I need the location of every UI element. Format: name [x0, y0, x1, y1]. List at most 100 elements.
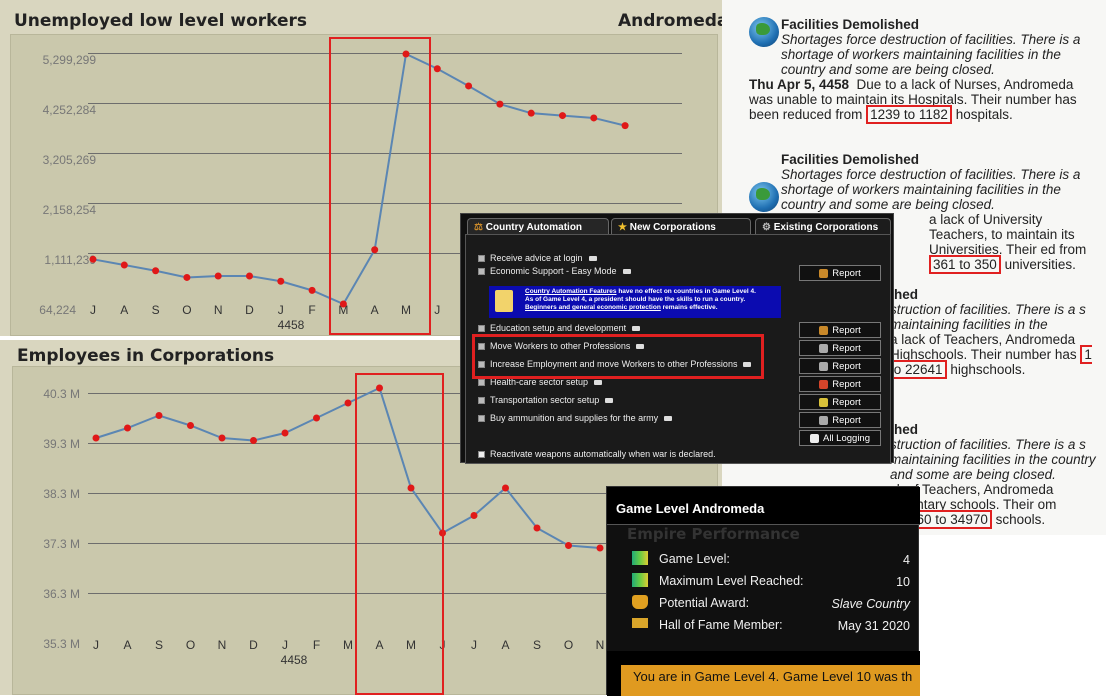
checkbox[interactable] — [478, 396, 485, 404]
facility-change-highlight: 1239 to 1182 — [866, 105, 952, 124]
tooltip-icon[interactable] — [664, 415, 673, 421]
option-label: Transportation sector setup — [490, 395, 600, 405]
economic-protection-link[interactable]: Beginners and general economic protectio… — [525, 304, 661, 311]
row-value: Slave Country — [831, 597, 910, 611]
tab-label: Country Automation — [485, 222, 583, 233]
option-education-setup[interactable]: Education setup and development — [478, 323, 641, 333]
report-button[interactable]: Report — [799, 322, 881, 338]
report-button[interactable]: Report — [799, 265, 881, 281]
data-point — [433, 65, 441, 73]
option-economic-support[interactable]: Economic Support - Easy Mode — [478, 266, 631, 276]
row-label: Game Level: — [659, 552, 730, 566]
news-body: ck of Teachers, Andromeda ementary schoo… — [890, 482, 1100, 529]
report-button[interactable]: Report — [799, 358, 881, 374]
chart-icon — [632, 573, 648, 587]
tooltip-icon[interactable] — [622, 268, 631, 274]
corporation-icon: ⚙ — [762, 222, 771, 233]
data-point — [250, 437, 257, 444]
button-label: Report — [832, 414, 861, 426]
tooltip-icon[interactable] — [588, 255, 597, 261]
data-point — [92, 434, 100, 442]
option-reactivate-weapons[interactable]: Reactivate weapons automatically when wa… — [478, 449, 716, 459]
report-button[interactable]: Report — [799, 376, 881, 392]
news-text: a lack of Teachers, Andromeda Highschool… — [890, 332, 1077, 362]
data-point — [533, 524, 541, 532]
data-point — [496, 100, 504, 108]
automation-features-link[interactable]: Country Automation Features — [525, 288, 617, 295]
news-text: a lack of University Teachers, to mainta… — [929, 212, 1087, 257]
row-label: Potential Award: — [659, 596, 750, 610]
data-point — [596, 544, 604, 552]
news-text-end: universities. — [1004, 257, 1076, 272]
report-button[interactable]: Report — [799, 340, 881, 356]
empire-performance-title: Empire Performance — [627, 525, 800, 543]
data-point — [155, 412, 163, 419]
report-button[interactable]: Report — [799, 412, 881, 428]
news-body: a lack of Teachers, Andromeda Highschool… — [890, 332, 1100, 379]
country-automation-panel: ⚖ Country Automation ★ New Corporations … — [460, 213, 894, 464]
all-logging-button[interactable]: All Logging — [799, 430, 881, 446]
button-label: Report — [832, 267, 861, 279]
checkbox-checked[interactable] — [478, 450, 485, 458]
news-description: struction of facilities. There is a s ma… — [890, 302, 1086, 332]
hall-of-fame-icon — [632, 618, 648, 628]
news-title: Facilities Demolished — [781, 17, 920, 32]
report-button[interactable]: Report — [799, 394, 881, 410]
news-description: Shortages force destruction of facilitie… — [781, 167, 1081, 212]
highlight-box — [472, 334, 764, 379]
data-point — [621, 122, 629, 130]
game-level-header: Game Level Andromeda — [616, 501, 765, 516]
data-point — [308, 286, 316, 294]
document-icon — [809, 433, 819, 443]
option-transportation[interactable]: Transportation sector setup — [478, 395, 614, 405]
news-title: Facilities Demolished — [781, 152, 920, 167]
data-point — [313, 414, 320, 422]
report-icon — [819, 415, 829, 425]
button-label: Report — [832, 324, 861, 336]
tooltip-icon[interactable] — [632, 325, 641, 331]
trophy-icon — [632, 595, 648, 609]
button-label: Report — [832, 360, 861, 372]
highlight-box — [329, 37, 431, 335]
notice-text: remains effective. — [662, 304, 718, 311]
tooltip-icon[interactable] — [605, 397, 614, 403]
data-point — [559, 112, 566, 120]
data-point — [124, 424, 131, 432]
checkbox[interactable] — [478, 254, 485, 262]
row-label: Maximum Level Reached: — [659, 574, 804, 588]
option-receive-advice[interactable]: Receive advice at login — [478, 253, 597, 263]
option-label: Economic Support - Easy Mode — [490, 266, 617, 276]
option-label: Reactivate weapons automatically when wa… — [490, 449, 716, 459]
report-icon — [819, 397, 829, 407]
news-description: Shortages force destruction of facilitie… — [781, 32, 1081, 77]
notice-text: have no effect on countries in Game Leve… — [618, 288, 756, 295]
news-description: struction of facilities. There is a s ma… — [890, 437, 1096, 482]
option-label: Education setup and development — [490, 323, 627, 333]
row-label: Hall of Fame Member: — [659, 618, 783, 632]
data-point — [565, 542, 572, 549]
data-point — [218, 434, 226, 442]
news-text-end: highschools. — [950, 362, 1026, 377]
data-point — [246, 272, 253, 280]
button-label: All Logging — [822, 432, 870, 444]
tooltip-icon[interactable] — [594, 379, 603, 385]
report-icon — [819, 361, 829, 371]
chart-icon — [632, 551, 648, 565]
data-point — [590, 114, 598, 122]
row-value: 10 — [896, 575, 910, 589]
notice-icon — [495, 290, 513, 312]
data-point — [344, 399, 352, 407]
checkbox[interactable] — [478, 378, 485, 386]
data-point — [152, 267, 160, 275]
game-level-footer-text: You are in Game Level 4. Game Level 10 w… — [633, 669, 913, 684]
checkbox[interactable] — [478, 267, 485, 275]
report-icon — [819, 379, 829, 389]
data-point — [183, 273, 191, 281]
facility-change-highlight: 361 to 350 — [929, 255, 1001, 274]
button-label: Report — [832, 342, 861, 354]
checkbox[interactable] — [478, 324, 485, 332]
option-buy-ammunition[interactable]: Buy ammunition and supplies for the army — [478, 413, 673, 423]
row-value: 4 — [903, 553, 910, 567]
option-label: Buy ammunition and supplies for the army — [490, 413, 659, 423]
checkbox[interactable] — [478, 414, 485, 422]
